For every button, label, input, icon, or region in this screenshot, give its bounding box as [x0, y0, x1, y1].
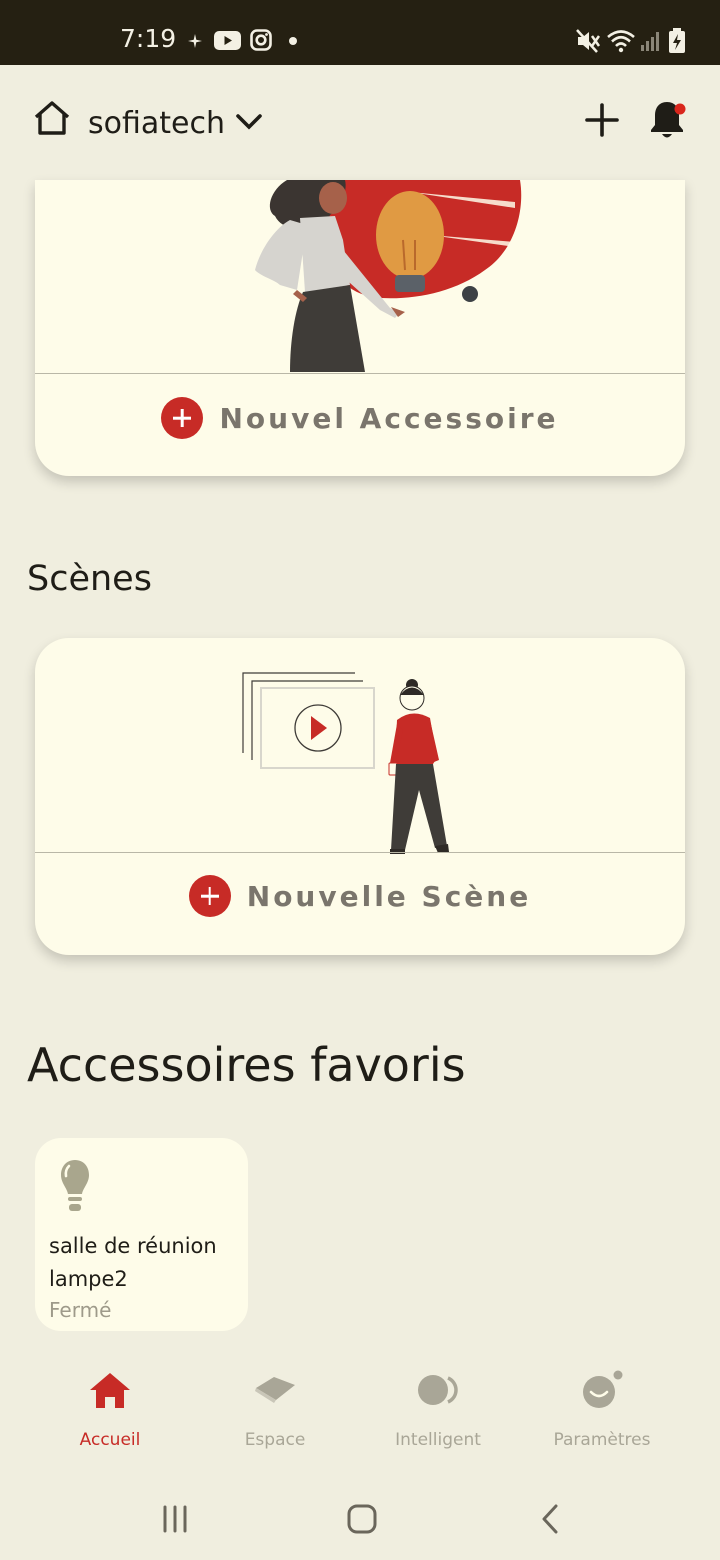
instagram-icon	[250, 29, 272, 51]
recents-icon[interactable]	[160, 1504, 190, 1534]
battery-charging-icon	[669, 28, 685, 53]
new-accessory-card[interactable]: Nouvel Accessoire	[35, 180, 685, 476]
home-filled-icon	[90, 1373, 130, 1408]
favorite-accessory-name: salle de réunion lampe2	[49, 1234, 217, 1291]
scene-illustration	[242, 672, 449, 854]
scenes-title: Scènes	[27, 559, 152, 599]
add-icon[interactable]	[585, 103, 619, 137]
notification-dot	[674, 103, 686, 115]
status-bar: 7:19	[0, 0, 720, 65]
home-icon[interactable]	[33, 100, 71, 136]
add-circle-icon	[188, 875, 231, 917]
new-scene-card[interactable]: Nouvelle Scène	[35, 638, 685, 955]
add-circle-icon	[161, 397, 204, 439]
mute-icon	[576, 29, 601, 53]
dot-icon	[289, 37, 297, 45]
sparkle-icon	[188, 34, 202, 48]
nav-parametres-label: Paramètres	[553, 1430, 651, 1450]
favorite-accessory-status: Fermé	[49, 1298, 112, 1322]
chevron-down-icon[interactable]	[235, 113, 263, 131]
bulb-icon	[61, 1160, 89, 1211]
bottom-navigation: Accueil Espace Intelligent Paramètres	[0, 1350, 720, 1460]
nav-accueil-label: Accueil	[79, 1430, 141, 1450]
nav-intelligent[interactable]: Intelligent	[363, 1370, 513, 1450]
youtube-icon	[214, 31, 241, 50]
signal-icon	[641, 32, 659, 51]
intelligent-icon	[418, 1375, 458, 1405]
back-icon[interactable]	[538, 1503, 562, 1535]
status-time: 7:19	[120, 24, 177, 53]
new-accessory-button[interactable]: Nouvel Accessoire	[35, 388, 685, 448]
system-navigation	[0, 1470, 720, 1560]
nav-accueil[interactable]: Accueil	[35, 1370, 185, 1450]
bell-icon[interactable]	[648, 99, 688, 141]
card-divider	[35, 373, 685, 374]
nav-espace-label: Espace	[244, 1430, 306, 1450]
home-name[interactable]: sofiatech	[88, 105, 225, 143]
new-scene-label: Nouvelle Scène	[246, 879, 532, 913]
accessory-illustration	[255, 180, 522, 372]
favorite-accessory-card[interactable]: salle de réunion lampe2 Fermé	[35, 1138, 248, 1331]
home-circle-icon[interactable]	[346, 1503, 378, 1535]
new-scene-button[interactable]: Nouvelle Scène	[35, 866, 685, 926]
wifi-icon	[607, 30, 635, 53]
favorites-title: Accessoires favoris	[27, 1038, 466, 1092]
space-icon	[255, 1377, 295, 1403]
app-header: sofiatech	[0, 65, 720, 180]
nav-parametres[interactable]: Paramètres	[527, 1370, 677, 1450]
nav-espace[interactable]: Espace	[200, 1370, 350, 1450]
card-divider	[35, 852, 685, 853]
new-accessory-label: Nouvel Accessoire	[219, 401, 559, 435]
nav-intelligent-label: Intelligent	[395, 1430, 481, 1450]
settings-face-icon	[583, 1370, 623, 1408]
